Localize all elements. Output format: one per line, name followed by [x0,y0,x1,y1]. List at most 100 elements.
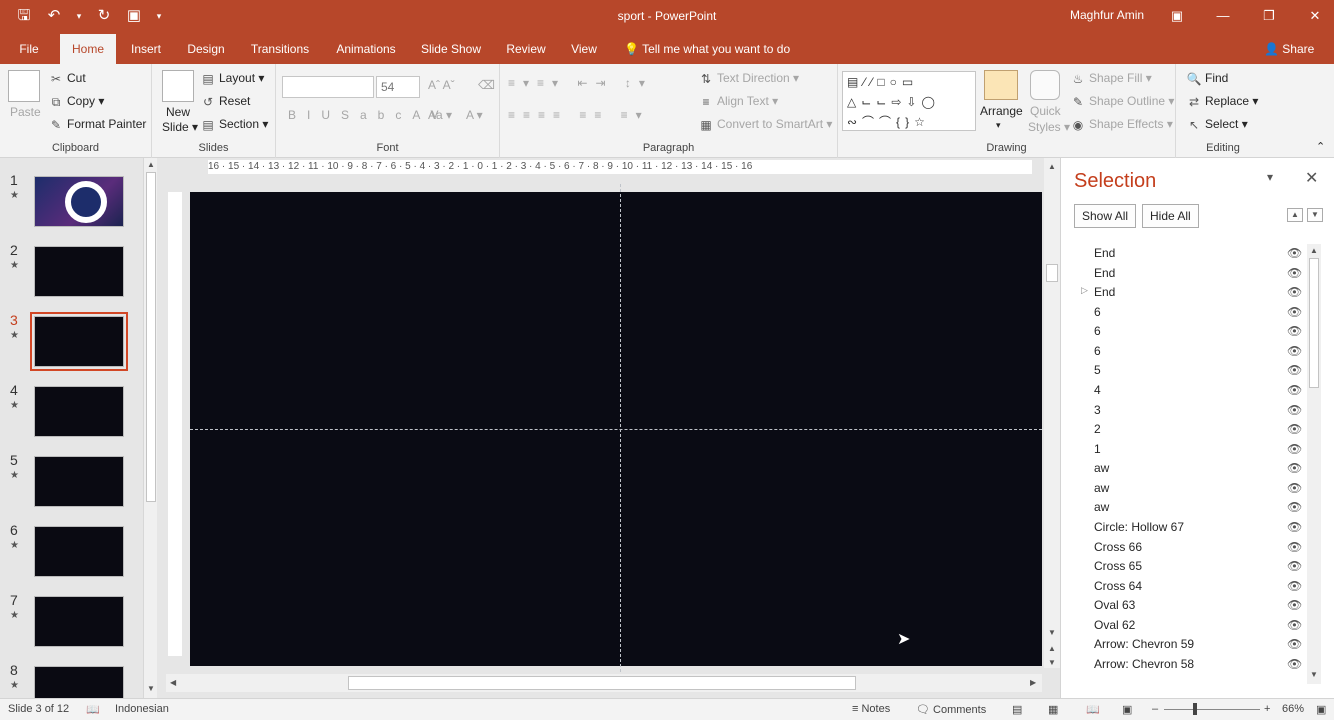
list-item[interactable]: End [1094,246,1115,260]
scroll-down-icon[interactable]: ▼ [1310,670,1318,679]
list-item[interactable]: Arrow: Chevron 59 [1094,637,1194,651]
alignment-buttons[interactable]: ≡≡≡≡ ≡≡ ≡▾ [508,108,650,122]
tell-me-search[interactable]: 💡 Tell me what you want to do [624,34,790,64]
eye-icon[interactable]: 👁 [1287,266,1302,280]
scroll-up-icon[interactable]: ▲ [1048,162,1056,171]
collapse-ribbon-icon[interactable]: ⌃ [1316,140,1325,153]
slide-thumbnail-6[interactable] [34,526,124,577]
eye-icon[interactable]: 👁 [1287,442,1302,456]
font-size-buttons[interactable]: Aˆ Aˇ [428,78,455,92]
tab-insert[interactable]: Insert [124,34,168,64]
list-item[interactable]: 6 [1094,344,1101,358]
zoom-in-icon[interactable]: + [1264,703,1270,715]
previous-slide-icon[interactable]: ▲ [1048,644,1056,653]
reset-button[interactable]: ↺ Reset [200,94,250,110]
eye-icon[interactable]: 👁 [1287,579,1302,593]
arrange-dropdown-icon[interactable]: ▾ [996,120,1001,131]
share-button[interactable]: 👤 Share [1264,34,1314,64]
list-item[interactable]: 4 [1094,383,1101,397]
scroll-thumb[interactable] [146,172,156,502]
list-item[interactable]: aw [1094,500,1109,514]
user-name[interactable]: Maghfur Amin [1070,8,1144,22]
scroll-down-icon[interactable]: ▼ [1048,628,1056,637]
slide-thumbnail-8[interactable] [34,666,124,698]
scroll-thumb[interactable] [1046,264,1058,282]
scroll-thumb[interactable] [348,676,856,690]
eye-icon[interactable]: 👁 [1287,540,1302,554]
maximize-icon[interactable]: ❐ [1246,4,1292,28]
font-size-combo[interactable]: 54 [376,76,420,98]
scroll-right-icon[interactable]: ▶ [1030,678,1036,687]
zoom-out-icon[interactable]: – [1152,703,1158,715]
eye-icon[interactable]: 👁 [1287,363,1302,377]
convert-smartart-button[interactable]: ▦ Convert to SmartArt ▾ [698,117,832,133]
shapes-gallery[interactable]: ▤⁄⁄□○▭ △⌙⌙⇨⇩◯ ∾⌒⌒{}☆ [842,71,976,131]
slide-horizontal-scrollbar[interactable]: ◀ ▶ [166,674,1042,692]
zoom-level[interactable]: 66% [1282,703,1304,715]
eye-icon[interactable]: 👁 [1287,481,1302,495]
slide-sorter-icon[interactable]: ▦ [1048,703,1058,716]
send-backward-icon[interactable]: ▼ [1307,208,1323,222]
list-item[interactable]: 6 [1094,324,1101,338]
eye-icon[interactable]: 👁 [1287,324,1302,338]
layout-button[interactable]: ▤ Layout ▾ [200,71,264,87]
hide-all-button[interactable]: Hide All [1142,204,1199,228]
horizontal-guide[interactable] [190,429,1042,430]
tab-animations[interactable]: Animations [330,34,402,64]
paste-button[interactable]: Paste [10,105,41,119]
comments-button[interactable]: 🗨 Comments [916,703,986,716]
next-slide-icon[interactable]: ▼ [1048,658,1056,667]
eye-icon[interactable]: 👁 [1287,559,1302,573]
spell-check-icon[interactable]: 📖 [86,703,100,716]
close-icon[interactable]: ✕ [1305,168,1318,188]
show-all-button[interactable]: Show All [1074,204,1137,228]
eye-icon[interactable]: 👁 [1287,598,1302,612]
font-format-buttons[interactable]: BIUSabcAV [288,108,449,122]
scroll-thumb[interactable] [1309,258,1319,388]
eye-icon[interactable]: 👁 [1287,500,1302,514]
list-item[interactable]: Oval 63 [1094,598,1135,612]
list-item[interactable]: aw [1094,481,1109,495]
ribbon-display-options-icon[interactable]: ▣ [1154,4,1200,28]
list-item[interactable]: 1 [1094,442,1101,456]
quick-styles-icon[interactable] [1030,70,1060,100]
slide-show-icon[interactable]: ▣ [1122,703,1132,716]
list-item[interactable]: aw [1094,461,1109,475]
eye-icon[interactable]: 👁 [1287,383,1302,397]
scroll-up-icon[interactable]: ▲ [1310,246,1318,255]
arrange-icon[interactable] [984,70,1018,100]
new-slide-dropdown[interactable]: Slide ▾ [162,120,198,134]
list-item[interactable]: Cross 66 [1094,540,1142,554]
shape-fill-button[interactable]: ♨ Shape Fill ▾ [1070,71,1152,87]
pane-options-icon[interactable]: ▾ [1267,170,1273,184]
section-button[interactable]: ▤ Section ▾ [200,117,268,133]
format-painter-button[interactable]: ✎ Format Painter [48,117,146,133]
eye-icon[interactable]: 👁 [1287,422,1302,436]
eye-icon[interactable]: 👁 [1287,461,1302,475]
shape-effects-button[interactable]: ◉ Shape Effects ▾ [1070,117,1173,133]
tab-home[interactable]: Home [60,34,116,64]
eye-icon[interactable]: 👁 [1287,618,1302,632]
new-slide-button[interactable]: New [166,105,190,119]
eye-icon[interactable]: 👁 [1287,305,1302,319]
expand-group-icon[interactable]: ▷ [1081,285,1088,296]
list-item[interactable]: End [1094,285,1115,299]
slide-thumbnail-2[interactable] [34,246,124,297]
slide-thumbnail-7[interactable] [34,596,124,647]
clear-formatting-icon[interactable]: ⌫ [478,78,495,92]
list-item[interactable]: Oval 62 [1094,618,1135,632]
list-item[interactable]: 2 [1094,422,1101,436]
tab-slide-show[interactable]: Slide Show [418,34,484,64]
selection-pane-scrollbar[interactable]: ▲ ▼ [1307,244,1321,684]
minimize-icon[interactable]: — [1200,4,1246,28]
thumbnail-scrollbar[interactable]: ▲ ▼ [143,158,157,698]
eye-icon[interactable]: 👁 [1287,285,1302,299]
paste-icon[interactable] [8,70,40,102]
tab-transitions[interactable]: Transitions [246,34,314,64]
quick-styles-dropdown[interactable]: Styles ▾ [1028,120,1070,134]
eye-icon[interactable]: 👁 [1287,657,1302,671]
replace-button[interactable]: ⇄ Replace ▾ [1186,94,1258,110]
zoom-slider-track[interactable] [1164,709,1260,710]
slide-thumbnail-3[interactable] [30,312,128,371]
scroll-left-icon[interactable]: ◀ [170,678,176,687]
